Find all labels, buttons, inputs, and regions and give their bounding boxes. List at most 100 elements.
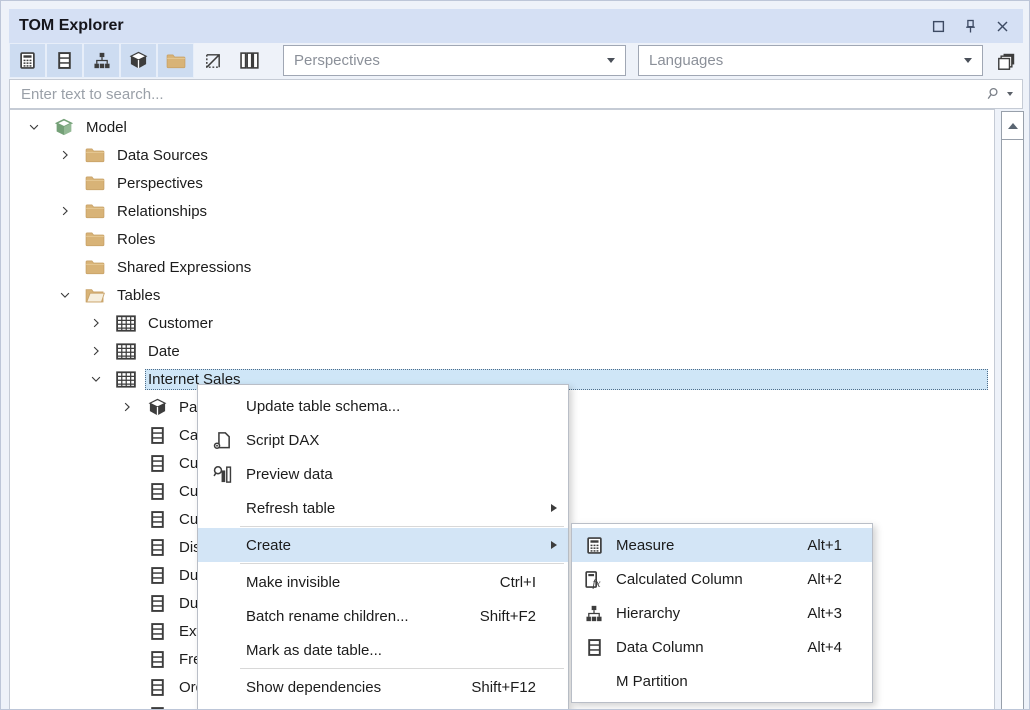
column-icon [146, 539, 168, 556]
tree-item-data-sources[interactable]: Data Sources [10, 141, 994, 169]
tree-item-label: Date [145, 341, 183, 362]
titlebar: TOM Explorer [9, 9, 1023, 43]
search-bar [9, 79, 1023, 109]
expander-spacer [57, 259, 73, 275]
chevron-down-icon [964, 58, 972, 63]
perspectives-dropdown[interactable]: Perspectives [283, 45, 626, 76]
menu-item-label: Script DAX [246, 432, 558, 449]
search-icon[interactable] [984, 86, 1000, 102]
scroll-up-button[interactable] [1002, 112, 1023, 140]
folder-icon [84, 147, 106, 163]
expander-spacer [119, 455, 135, 471]
pin-button[interactable] [959, 15, 981, 37]
menu-item-create[interactable]: Create [198, 528, 568, 562]
menu-item-label: Mark as date table... [246, 642, 558, 659]
menu-item-label: Calculated Column [616, 571, 807, 588]
partitions-toggle-button[interactable] [120, 43, 157, 78]
cascade-icon [997, 52, 1016, 71]
chevron-right-icon[interactable] [88, 315, 104, 331]
tree-item-label: Roles [114, 229, 158, 250]
calculated-column-icon: fx [585, 570, 604, 589]
cascade-windows-button[interactable] [992, 47, 1020, 75]
submenu-item-m-partition[interactable]: M Partition [572, 664, 872, 698]
tree-item-model[interactable]: Model [10, 113, 994, 141]
submenu-item-hierarchy[interactable]: HierarchyAlt+3 [572, 596, 872, 630]
chevron-down-icon[interactable] [88, 371, 104, 387]
columns-icon [240, 52, 259, 69]
tree-item-label: Perspectives [114, 173, 206, 194]
close-button[interactable] [991, 15, 1013, 37]
menu-item-update-table-schema[interactable]: Update table schema... [198, 389, 568, 423]
search-options-caret[interactable] [1007, 92, 1013, 96]
tree-item-label: Customer [145, 313, 216, 334]
hierarchies-toggle-button[interactable] [83, 43, 120, 78]
menu-item-label: Refresh table [246, 500, 558, 517]
menu-item-shortcut: Ctrl+I [500, 574, 536, 591]
tree-item-label: Tables [114, 285, 163, 306]
tree-item-shared-expressions[interactable]: Shared Expressions [10, 253, 994, 281]
menu-item-mark-as-date-table[interactable]: Mark as date table... [198, 633, 568, 667]
measures-toggle-button[interactable] [9, 43, 46, 78]
menu-item-label: Measure [616, 537, 807, 554]
languages-dropdown[interactable]: Languages [638, 45, 983, 76]
expander-spacer [119, 595, 135, 611]
column-icon [146, 511, 168, 528]
folder-icon [84, 231, 106, 247]
folders-toggle-button[interactable] [157, 43, 194, 78]
menu-item-label: M Partition [616, 673, 862, 690]
display-folders-toggle-button[interactable] [194, 43, 231, 78]
menu-separator [240, 526, 564, 527]
folder-open-icon [84, 287, 106, 303]
vertical-scrollbar[interactable] [1001, 111, 1024, 710]
menu-item-icon-cell [198, 465, 246, 484]
tree-item-roles[interactable]: Roles [10, 225, 994, 253]
column-icon [146, 455, 168, 472]
tree-item-relationships[interactable]: Relationships [10, 197, 994, 225]
script-dax-icon [213, 431, 232, 450]
submenu-item-data-column[interactable]: Data ColumnAlt+4 [572, 630, 872, 664]
menu-item-shortcut: Alt+3 [807, 605, 842, 622]
table-icon [115, 371, 137, 388]
menu-separator [240, 668, 564, 669]
chevron-right-icon[interactable] [57, 147, 73, 163]
menu-item-script-dax[interactable]: Script DAX [198, 423, 568, 457]
menu-item-icon-cell [572, 537, 616, 554]
menu-item-label: Make invisible [246, 574, 500, 591]
tree-item-tables[interactable]: Tables [10, 281, 994, 309]
maximize-button[interactable] [927, 15, 949, 37]
menu-item-icon-cell: fx [572, 570, 616, 589]
tree-item-date[interactable]: Date [10, 337, 994, 365]
expander-spacer [119, 539, 135, 555]
tree-item-customer[interactable]: Customer [10, 309, 994, 337]
chevron-right-icon[interactable] [57, 203, 73, 219]
table-context-menu: Update table schema... Script DAX Preview … [197, 384, 569, 710]
submenu-arrow-icon [551, 504, 557, 512]
submenu-item-measure[interactable]: MeasureAlt+1 [572, 528, 872, 562]
hierarchy-icon [585, 605, 603, 622]
menu-item-batch-rename-children[interactable]: Batch rename children...Shift+F2 [198, 599, 568, 633]
perspectives-dropdown-value: Perspectives [294, 52, 380, 69]
menu-item-preview-data[interactable]: Preview data [198, 457, 568, 491]
menu-item-refresh-table[interactable]: Refresh table [198, 491, 568, 525]
menu-item-make-invisible[interactable]: Make invisibleCtrl+I [198, 565, 568, 599]
chevron-down-icon[interactable] [57, 287, 73, 303]
submenu-arrow-icon [551, 541, 557, 549]
cube-icon [146, 398, 168, 417]
chevron-down-icon[interactable] [26, 119, 42, 135]
columns-toggle-button[interactable] [46, 43, 83, 78]
chevron-right-icon[interactable] [119, 399, 135, 415]
table-columns-toggle-button[interactable] [231, 43, 268, 78]
column-icon [146, 679, 168, 696]
menu-item-shortcut: Shift+F12 [471, 679, 536, 696]
submenu-item-calculated-column[interactable]: fxCalculated ColumnAlt+2 [572, 562, 872, 596]
tree-item-perspectives[interactable]: Perspectives [10, 169, 994, 197]
chevron-right-icon[interactable] [88, 343, 104, 359]
tom-explorer-panel: TOM Explorer Perspectives Languages [0, 0, 1030, 710]
expander-spacer [119, 511, 135, 527]
column-icon [146, 427, 168, 444]
menu-item-show-dependencies[interactable]: Show dependenciesShift+F12 [198, 670, 568, 704]
search-input[interactable] [19, 85, 984, 104]
column-icon [146, 651, 168, 668]
arrow-up-icon [1008, 123, 1018, 129]
column-icon [146, 483, 168, 500]
